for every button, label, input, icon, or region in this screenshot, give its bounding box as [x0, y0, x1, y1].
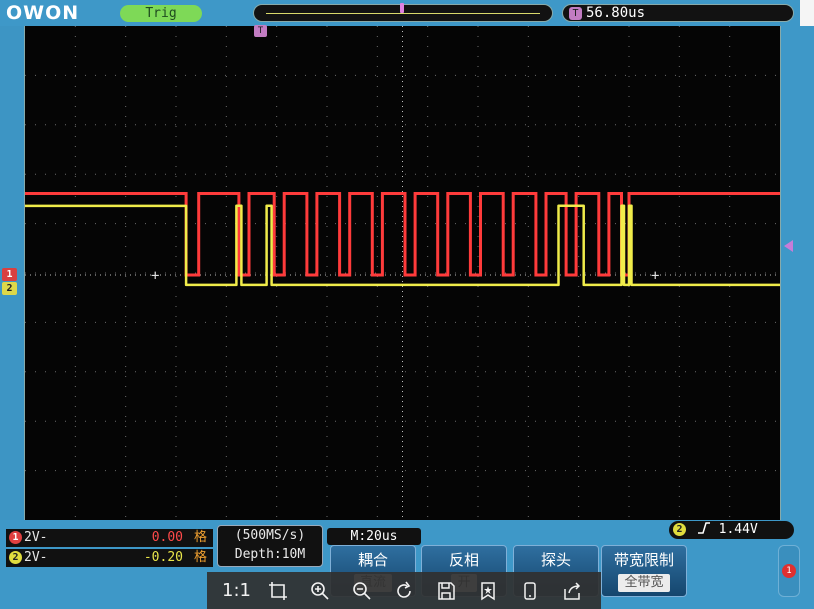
trigger-info: 2 1.44V — [669, 521, 794, 539]
crop-icon[interactable] — [264, 577, 292, 605]
time-offset-icon: T — [569, 7, 582, 20]
ch1-offset-marker: 1 — [2, 268, 17, 281]
sample-rate: (500MS/s) — [234, 528, 306, 543]
ch1-badge: 1 — [9, 531, 22, 544]
timebase-readout: M:20us — [327, 528, 421, 545]
share-icon[interactable] — [558, 577, 586, 605]
waveform-display: + + — [24, 26, 781, 520]
image-viewer-toolbar: 1:1 — [207, 572, 601, 609]
channel-indicator-icon: 1 — [782, 564, 796, 578]
ch2-offset-marker: 2 — [2, 282, 17, 295]
favorite-icon[interactable] — [474, 577, 502, 605]
memory-position-bar[interactable] — [253, 3, 553, 22]
invert-label: 反相 — [448, 551, 479, 569]
bandwidth-limit-label: 带宽限制 — [613, 551, 674, 569]
trigger-source-badge: 2 — [673, 523, 686, 536]
probe-label: 探头 — [540, 551, 571, 569]
ch2-status: 2 2V- -0.20 格 — [6, 549, 213, 567]
trigger-status-badge: Trig — [120, 5, 202, 22]
corner-blank — [800, 0, 814, 28]
cursor-plus-right: + — [651, 268, 659, 284]
zoom-in-icon[interactable] — [306, 577, 334, 605]
right-frame — [779, 26, 814, 520]
ch1-status: 1 2V- 0.00 格 — [6, 529, 213, 547]
owon-logo: OWON — [6, 2, 80, 24]
device-icon[interactable] — [516, 577, 544, 605]
ch1-coupling: 2V- — [24, 530, 48, 545]
time-offset-value: 56.80us — [586, 5, 646, 21]
ch1-unit: 格 — [193, 530, 207, 545]
rotate-icon[interactable] — [390, 577, 418, 605]
trigger-level-marker — [784, 240, 793, 252]
memory-position-line — [266, 13, 540, 14]
ch2-coupling: 2V- — [24, 550, 48, 565]
menu-page-button[interactable]: 1 — [778, 545, 800, 597]
trigger-time-offset: T 56.80us — [562, 4, 794, 22]
cursor-plus-left: + — [151, 268, 159, 284]
acquisition-info: (500MS/s) Depth:10M — [217, 525, 323, 567]
trigger-level: 1.44V — [718, 522, 758, 537]
memory-position-marker[interactable] — [400, 3, 404, 13]
bandwidth-limit-menu-button[interactable]: 带宽限制 全带宽 — [601, 545, 687, 597]
ch1-position: 0.00 — [151, 530, 183, 545]
record-depth: Depth:10M — [234, 547, 306, 562]
bandwidth-limit-value: 全带宽 — [618, 574, 670, 592]
coupling-label: 耦合 — [357, 551, 388, 569]
save-icon[interactable] — [432, 577, 460, 605]
actual-size-button[interactable]: 1:1 — [222, 577, 251, 605]
scope-plot: + + — [25, 26, 780, 520]
ch2-unit: 格 — [193, 550, 207, 565]
ch2-position: -0.20 — [143, 550, 183, 565]
ch2-trace — [25, 204, 780, 287]
ch2-badge: 2 — [9, 551, 22, 564]
zoom-out-icon[interactable] — [348, 577, 376, 605]
trigger-position-marker: T — [254, 25, 267, 37]
rising-edge-icon — [697, 522, 710, 534]
